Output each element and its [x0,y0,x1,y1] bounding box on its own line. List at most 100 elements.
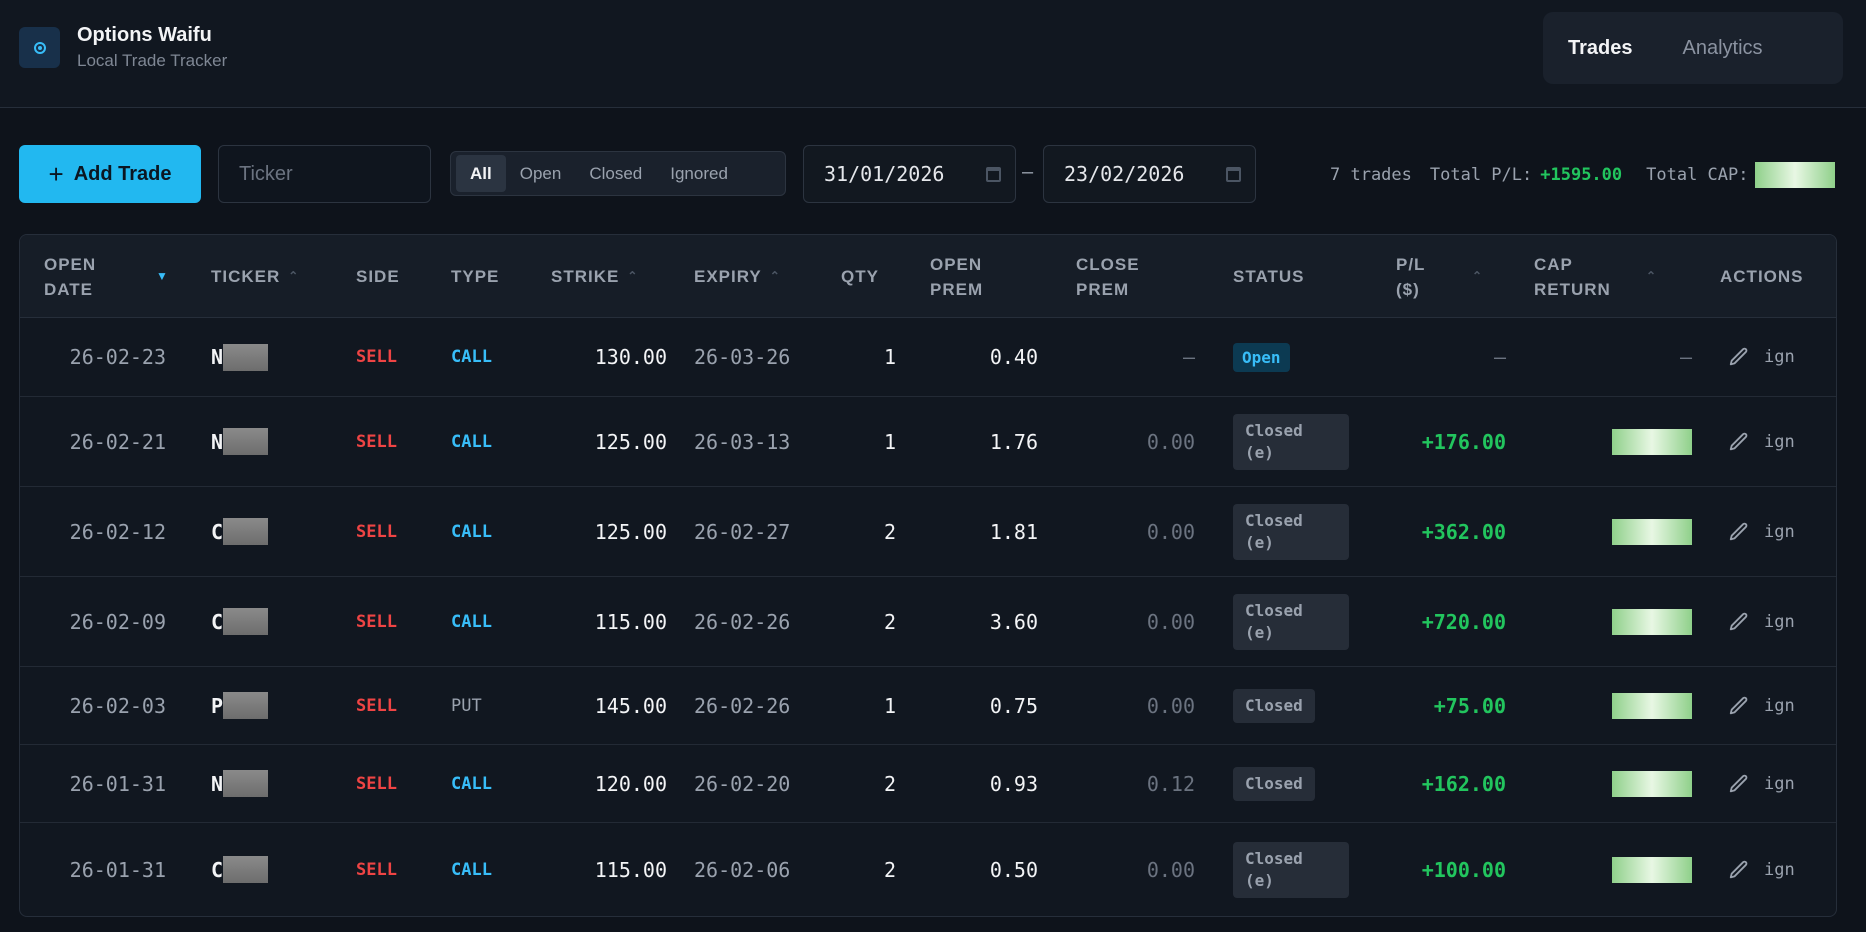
close-prem-cell: 0.00 [1146,429,1195,454]
header-expiry[interactable]: EXPIRY ⌃ [694,235,781,318]
ignore-button[interactable]: ign [1764,696,1795,716]
header-ticker[interactable]: TICKER ⌃ [211,235,299,318]
cap-return-cell [1534,823,1692,916]
ignore-button[interactable]: ign [1764,860,1795,880]
tab-trades[interactable]: Trades [1543,12,1657,84]
header-open-date[interactable]: OPEN DATE ▼ [44,235,174,318]
actions-cell: ign [1728,397,1795,486]
total-cap-label: Total CAP: [1646,165,1749,185]
ticker-cell: P [211,667,269,744]
date-to-value: 23/02/2026 [1064,162,1185,186]
cap-return-cell [1534,745,1692,822]
expiry-cell: 26-02-06 [694,857,791,882]
table-header: OPEN DATE ▼ TICKER ⌃ SIDE TYPE STRIKE ⌃ EXP… [20,235,1836,318]
cap-return-redacted [1612,692,1692,719]
expiry-cell: 26-03-26 [694,345,791,369]
filter-all[interactable]: All [456,155,506,192]
type-cell: CALL [451,521,492,542]
ignore-button[interactable]: ign [1764,522,1795,542]
header-pl[interactable]: P/L ($) ⌃ [1396,235,1506,318]
table-row: 26-02-23 N SELL CALL 130.00 26-03-26 1 0… [20,318,1836,397]
strike-cell: 145.00 [594,693,667,718]
ticker-redacted [223,608,269,635]
actions-cell: ign [1728,667,1795,744]
pencil-icon[interactable] [1728,346,1750,368]
status-badge: Closed (e) [1233,593,1349,650]
close-prem-cell: 0.00 [1146,609,1195,634]
header-cap-return[interactable]: CAP RETURN ⌃ [1534,235,1674,318]
add-trade-label: Add Trade [73,162,172,185]
add-trade-button[interactable]: + Add Trade [19,145,201,203]
ticker-redacted [223,770,269,797]
ignore-button[interactable]: ign [1764,774,1795,794]
pl-cell: +362.00 [1421,519,1506,544]
pencil-icon[interactable] [1728,431,1750,453]
type-cell: PUT [451,695,482,716]
calendar-icon[interactable] [1226,167,1241,182]
calendar-icon[interactable] [986,167,1001,182]
open-prem-cell: 1.81 [989,519,1038,544]
ignore-button[interactable]: ign [1764,347,1795,367]
pencil-icon[interactable] [1728,611,1750,633]
cap-return-cell [1534,577,1692,666]
ticker-search-input[interactable] [218,145,431,203]
open-date-cell: 26-02-21 [69,429,166,454]
cap-return-cell: — [1534,318,1692,396]
type-cell: CALL [451,859,492,880]
qty-cell: 2 [883,519,896,544]
expiry-cell: 26-03-13 [694,429,791,454]
header-strike[interactable]: STRIKE ⌃ [551,235,638,318]
status-cell: Closed (e) [1233,577,1349,666]
filter-closed[interactable]: Closed [575,155,656,192]
side-cell: SELL [356,773,397,794]
strike-cell: 115.00 [594,857,667,882]
chevron-up-icon: ⌃ [1472,269,1484,283]
pl-cell: +720.00 [1421,609,1506,634]
type-cell: CALL [451,773,492,794]
status-cell: Closed (e) [1233,823,1349,916]
ticker-cell: C [211,577,269,666]
sort-desc-icon: ▼ [156,269,169,283]
total-pl-value: +1595.00 [1540,165,1623,185]
ticker-redacted [223,856,269,883]
header-open-prem: OPEN PREM [930,254,984,299]
tab-analytics[interactable]: Analytics [1657,12,1787,84]
pencil-icon[interactable] [1728,773,1750,795]
header-type: TYPE [451,267,500,286]
qty-cell: 2 [883,609,896,634]
pencil-icon[interactable] [1728,859,1750,881]
ticker-cell: N [211,397,269,486]
status-badge: Closed [1233,766,1315,801]
qty-cell: 2 [883,771,896,796]
expiry-cell: 26-02-26 [694,693,791,718]
ticker-cell: C [211,823,269,916]
date-to-input[interactable]: 23/02/2026 [1043,145,1256,203]
qty-cell: 1 [883,693,896,718]
filter-open[interactable]: Open [506,155,576,192]
table-row: 26-02-12 C SELL CALL 125.00 26-02-27 2 1… [20,487,1836,577]
app-subtitle: Local Trade Tracker [77,51,228,70]
status-badge: Closed (e) [1233,413,1349,470]
filter-ignored[interactable]: Ignored [656,155,742,192]
pencil-icon[interactable] [1728,695,1750,717]
ticker-cell: N [211,318,269,396]
date-from-input[interactable]: 31/01/2026 [803,145,1016,203]
ignore-button[interactable]: ign [1764,612,1795,632]
cap-return-redacted [1612,518,1692,545]
app-header: Options Waifu Local Trade Tracker Trades… [0,0,1866,108]
open-date-cell: 26-01-31 [69,857,166,882]
header-actions: ACTIONS [1720,267,1804,286]
expiry-cell: 26-02-20 [694,771,791,796]
status-badge: Open [1233,342,1290,372]
pencil-icon[interactable] [1728,521,1750,543]
close-prem-cell: 0.00 [1146,857,1195,882]
side-cell: SELL [356,695,397,716]
status-cell: Closed (e) [1233,487,1349,576]
table-row: 26-02-03 P SELL PUT 145.00 26-02-26 1 0.… [20,667,1836,745]
ignore-button[interactable]: ign [1764,432,1795,452]
cap-return-cell: — [1679,345,1692,369]
open-prem-cell: 0.50 [989,857,1038,882]
open-prem-cell: 1.76 [989,429,1038,454]
open-date-cell: 26-02-23 [69,345,166,369]
strike-cell: 120.00 [594,771,667,796]
